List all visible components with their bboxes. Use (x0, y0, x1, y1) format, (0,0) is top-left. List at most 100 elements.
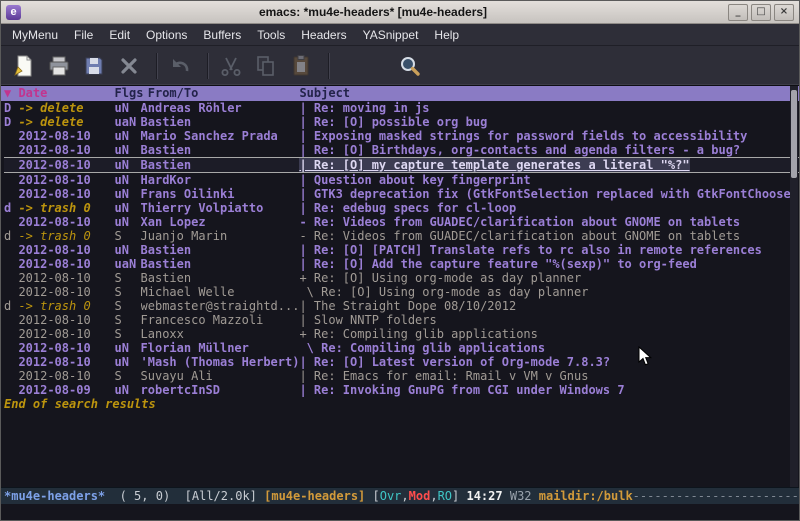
menu-item-headers[interactable]: Headers (293, 25, 354, 45)
menu-item-help[interactable]: Help (426, 25, 467, 45)
message-from: Mario Sanchez Prada (141, 129, 300, 143)
message-flags: uN (115, 101, 141, 115)
message-from: 'Mash (Thomas Herbert) (141, 355, 300, 369)
minimize-button[interactable]: _ (728, 4, 748, 21)
message-subject: \ Re: [O] Using org-mode as day planner (299, 285, 799, 299)
menu-item-edit[interactable]: Edit (101, 25, 138, 45)
message-subject: | Re: edebug specs for cl-loop (299, 201, 799, 215)
menu-bar: MyMenuFileEditOptionsBuffersToolsHeaders… (1, 24, 799, 46)
paste-icon (289, 54, 313, 78)
message-from: Xan Lopez (141, 215, 300, 229)
message-subject: | The Straight Dope 08/10/2012 (299, 299, 799, 313)
message-row[interactable]: 2012-08-09uNrobertcInSD| Re: Invoking Gn… (4, 383, 799, 397)
message-date: 2012-08-10 (18, 173, 114, 187)
message-date: -> delete (18, 115, 114, 129)
close-button[interactable]: × (774, 4, 794, 21)
menu-item-buffers[interactable]: Buffers (195, 25, 249, 45)
menu-item-mymenu[interactable]: MyMenu (4, 25, 66, 45)
message-row[interactable]: D-> deleteuaNBastien| Re: [O] possible o… (4, 115, 799, 129)
modeline-segment: , (401, 489, 408, 503)
message-date: 2012-08-10 (18, 257, 114, 271)
undo-button[interactable] (165, 51, 195, 81)
message-date: 2012-08-10 (18, 158, 114, 172)
menu-item-options[interactable]: Options (138, 25, 195, 45)
column-header-flags: Flgs (115, 86, 148, 101)
save-icon (82, 54, 106, 78)
message-row[interactable]: 2012-08-10uNBastien| Re: [O] Birthdays, … (4, 143, 799, 157)
message-flags: S (115, 271, 141, 285)
menu-item-yasnippet[interactable]: YASnippet (355, 25, 427, 45)
new-file-button[interactable] (9, 51, 39, 81)
message-row[interactable]: 2012-08-10SMichael Welle \ Re: [O] Using… (4, 285, 799, 299)
message-row[interactable]: 2012-08-10SBastien+ Re: [O] Using org-mo… (4, 271, 799, 285)
message-mark: D (4, 115, 18, 129)
message-from: Bastien (141, 143, 300, 157)
message-mark: d (4, 299, 18, 313)
message-flags: S (115, 313, 141, 327)
message-row[interactable]: 2012-08-10uNFlorian Müllner \ Re: Compil… (4, 341, 799, 355)
modeline-segment: [All/2.0k] (185, 489, 264, 503)
message-row[interactable]: d-> trash 0SJuanjo Marin- Re: Videos fro… (4, 229, 799, 243)
message-flags: uN (115, 143, 141, 157)
header-line: ▼ Date Flgs From/To Subject (1, 86, 799, 101)
title-bar: e emacs: *mu4e-headers* [mu4e-headers] _… (1, 1, 799, 24)
message-subject: | GTK3 deprecation fix (GtkFontSelection… (299, 187, 799, 201)
menu-item-file[interactable]: File (66, 25, 101, 45)
message-mark (4, 143, 18, 157)
search-button[interactable] (395, 51, 425, 81)
modeline-segment: , (430, 489, 437, 503)
message-flags: uN (115, 201, 141, 215)
echo-area[interactable] (1, 504, 799, 520)
cut-button[interactable] (216, 51, 246, 81)
message-from: Lanoxx (141, 327, 300, 341)
message-row[interactable]: D-> deleteuNAndreas Röhler| Re: moving i… (4, 101, 799, 115)
message-flags: uN (115, 341, 141, 355)
message-flags: uaN (115, 115, 141, 129)
message-subject: | Re: moving in js (299, 101, 799, 115)
message-row[interactable]: 2012-08-10uNXan Lopez- Re: Videos from G… (4, 215, 799, 229)
message-mark (4, 158, 18, 172)
toolbar-separator (328, 53, 330, 79)
new-file-icon (12, 54, 36, 78)
message-row[interactable]: 2012-08-10uNBastien| Re: [O] my capture … (4, 157, 799, 173)
message-row[interactable]: 2012-08-10uaNBastien| Re: [O] Add the ca… (4, 257, 799, 271)
maximize-button[interactable]: □ (751, 4, 771, 21)
message-subject: | Re: [O] my capture template generates … (299, 158, 799, 172)
menu-item-tools[interactable]: Tools (249, 25, 293, 45)
scrollbar[interactable] (790, 86, 798, 487)
message-from: Bastien (141, 243, 300, 257)
message-row[interactable]: 2012-08-10uN'Mash (Thomas Herbert)| Re: … (4, 355, 799, 369)
message-subject: | Exposing masked strings for password f… (299, 129, 799, 143)
message-flags: uN (115, 129, 141, 143)
message-date: 2012-08-10 (18, 313, 114, 327)
paste-button[interactable] (286, 51, 316, 81)
message-subject: | Re: [O] possible org bug (299, 115, 799, 129)
message-date: 2012-08-10 (18, 243, 114, 257)
message-flags: S (115, 369, 141, 383)
close-buffer-button[interactable] (114, 51, 144, 81)
message-mark: D (4, 101, 18, 115)
message-row[interactable]: 2012-08-10uNHardKor| Question about key … (4, 173, 799, 187)
emacs-icon: e (6, 5, 21, 20)
message-row[interactable]: 2012-08-10SFrancesco Mazzoli| Slow NNTP … (4, 313, 799, 327)
message-row[interactable]: d-> trash 0Swebmaster@straightd...| The … (4, 299, 799, 313)
message-from: Andreas Röhler (141, 101, 300, 115)
undo-icon (168, 54, 192, 78)
scrollbar-thumb[interactable] (791, 90, 797, 178)
message-date: -> trash 0 (18, 299, 114, 313)
message-row[interactable]: 2012-08-10SLanoxx+ Re: Compiling glib ap… (4, 327, 799, 341)
copy-button[interactable] (251, 51, 281, 81)
message-mark (4, 355, 18, 369)
copy-icon (254, 54, 278, 78)
message-from: HardKor (141, 173, 300, 187)
message-row[interactable]: d-> trash 0uNThierry Volpiatto| Re: edeb… (4, 201, 799, 215)
message-row[interactable]: 2012-08-10uNFrans Oilinki| GTK3 deprecat… (4, 187, 799, 201)
message-subject: - Re: Videos from GUADEC/clarification a… (299, 229, 799, 243)
mode-line[interactable]: *mu4e-headers* ( 5, 0) [All/2.0k] [mu4e-… (1, 487, 799, 505)
print-button[interactable] (44, 51, 74, 81)
message-row[interactable]: 2012-08-10SSuvayu Ali| Re: Emacs for ema… (4, 369, 799, 383)
message-row[interactable]: 2012-08-10uNBastien| Re: [O] [PATCH] Tra… (4, 243, 799, 257)
save-button[interactable] (79, 51, 109, 81)
message-row[interactable]: 2012-08-10uNMario Sanchez Prada| Exposin… (4, 129, 799, 143)
modeline-segment: [mu4e-headers] (264, 489, 372, 503)
